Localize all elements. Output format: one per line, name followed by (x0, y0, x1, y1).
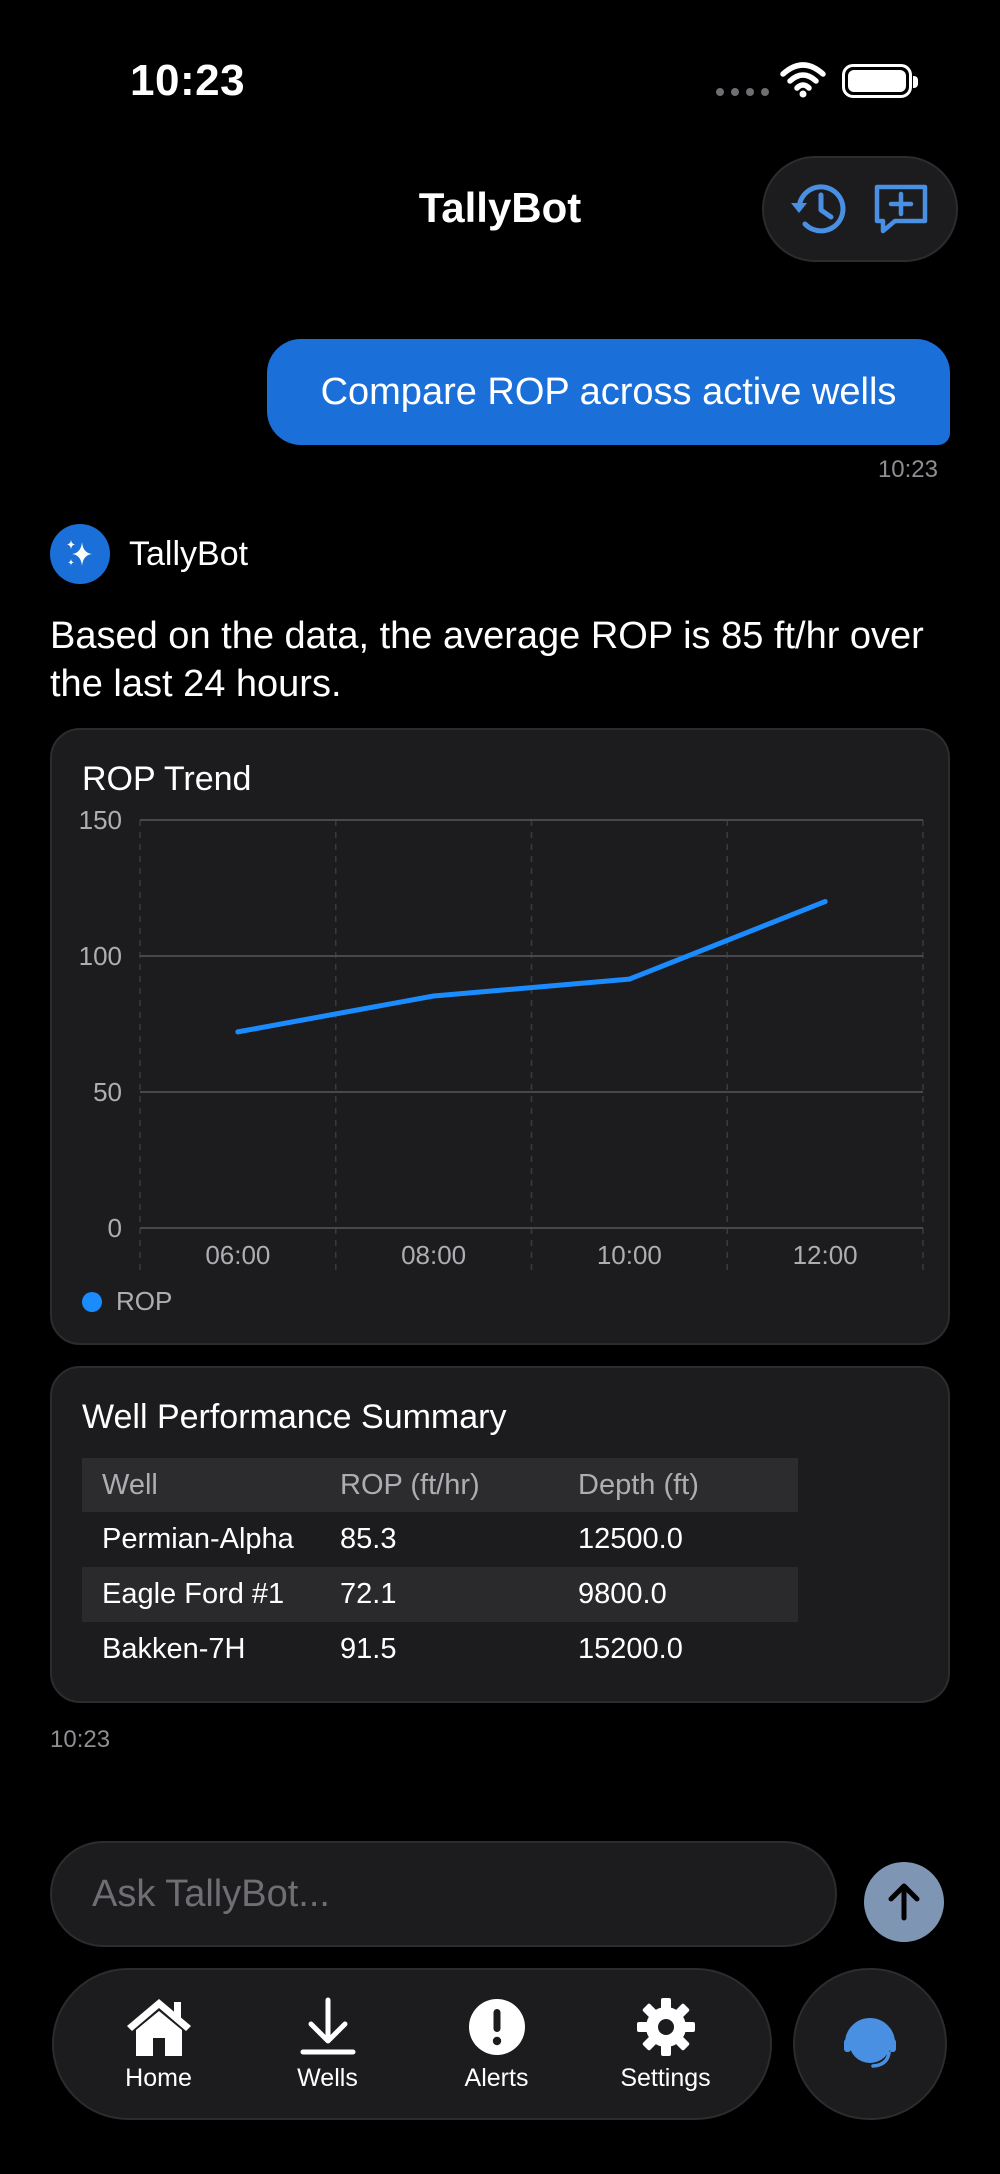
user-message-bubble: Compare ROP across active wells (267, 339, 950, 445)
cell-well: Bakken-7H (102, 1633, 246, 1665)
arrow-up-icon (888, 1883, 920, 1921)
cell-depth: 9800.0 (558, 1567, 798, 1622)
table-row: Eagle Ford #1 72.1 9800.0 (82, 1567, 798, 1622)
tab-label-alerts: Alerts (464, 2063, 529, 2092)
x-tick-label: 06:00 (205, 1240, 270, 1270)
table-header-row: Well ROP (ft/hr) Depth (ft) (82, 1458, 798, 1512)
tab-label-settings: Settings (620, 2063, 711, 2092)
tab-label-wells: Wells (297, 2063, 358, 2092)
send-button[interactable] (864, 1862, 944, 1942)
chart-card: ROP Trend 0 50 100 150 06:00 08:00 10:00 12:00 … (50, 728, 950, 1345)
well-performance-table: Well ROP (ft/hr) Depth (ft) Permian-Alph… (82, 1458, 798, 1677)
rop-trend-chart: 0 50 100 150 06:00 08:00 10:00 12:00 (79, 805, 924, 1272)
y-tick-label: 100 (79, 941, 122, 971)
wifi-icon (780, 62, 826, 98)
data-point (626, 976, 632, 982)
bot-avatar (50, 524, 110, 584)
cell-well: Eagle Ford #1 (82, 1567, 320, 1622)
tab-alerts[interactable]: Alerts (422, 1996, 572, 2093)
chart-legend: ROP (82, 1286, 172, 1317)
cell-depth: 12500.0 (578, 1523, 683, 1555)
table-row: Bakken-7H 91.5 15200.0 (82, 1622, 798, 1677)
x-tick-label: 08:00 (401, 1240, 466, 1270)
tab-home[interactable]: Home (84, 1996, 234, 2093)
cell-rop: 91.5 (340, 1633, 397, 1665)
legend-marker (82, 1291, 102, 1312)
table-row: Permian-Alpha 85.3 12500.0 (82, 1512, 798, 1567)
tab-wells[interactable]: Wells (253, 1996, 403, 2093)
history-icon (791, 184, 846, 234)
bot-name: TallyBot (129, 535, 249, 573)
x-tick-label: 10:00 (597, 1240, 662, 1270)
alert-icon (468, 1998, 525, 2055)
tab-settings[interactable]: Settings (591, 1996, 741, 2093)
bot-message-time: 10:23 (50, 1726, 111, 1753)
new-chat-button[interactable] (866, 174, 936, 244)
cell-depth: 15200.0 (578, 1633, 683, 1665)
cell-rop: 72.1 (320, 1567, 558, 1622)
download-icon (300, 1997, 355, 2054)
data-point (235, 1029, 241, 1035)
header-actions (762, 156, 958, 262)
y-tick-label: 50 (93, 1077, 122, 1107)
cellular-icon (716, 88, 769, 96)
column-header-depth: Depth (ft) (558, 1458, 798, 1512)
bot-message-text: Based on the data, the average ROP is 85… (50, 615, 924, 705)
data-point (822, 899, 828, 905)
column-header-well: Well (82, 1458, 320, 1512)
ask-input[interactable] (50, 1841, 837, 1947)
table-card: Well Performance Summary Well ROP (ft/hr… (50, 1366, 950, 1703)
gear-icon (636, 1997, 695, 2056)
cell-well: Permian-Alpha (102, 1523, 294, 1555)
x-tick-label: 12:00 (793, 1240, 858, 1270)
column-header-rop: ROP (ft/hr) (320, 1458, 558, 1512)
y-tick-label: 150 (79, 805, 122, 835)
legend-label: ROP (116, 1286, 173, 1316)
history-button[interactable] (784, 174, 854, 244)
user-message-time: 10:23 (877, 456, 938, 483)
data-point (431, 993, 437, 999)
home-icon (126, 1998, 191, 2056)
battery-icon (842, 64, 918, 98)
assistant-button[interactable] (793, 1968, 947, 2120)
tab-label-home: Home (125, 2063, 192, 2092)
status-time: 10:23 (130, 56, 246, 105)
tab-bar: Home Wells Alerts Settings (52, 1968, 772, 2120)
y-tick-label: 0 (108, 1213, 122, 1243)
new-chat-icon (874, 184, 928, 234)
table-title: Well Performance Summary (82, 1398, 507, 1436)
sparkle-icon (67, 540, 92, 566)
assistant-headset-icon (844, 2018, 896, 2068)
cell-rop: 85.3 (340, 1523, 397, 1555)
